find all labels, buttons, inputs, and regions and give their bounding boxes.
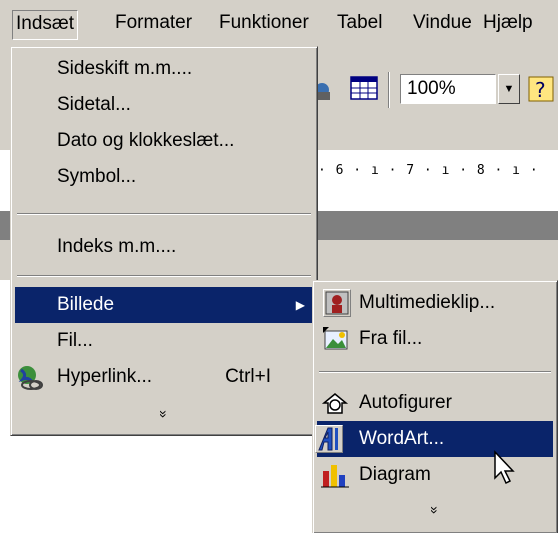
menu-item-from-file[interactable]: Fra fil...: [317, 321, 553, 357]
menu-item-date-time[interactable]: Dato og klokkeslæt...: [15, 123, 313, 159]
menu-bar: Indsæt Formater Funktioner Tabel Vindue …: [0, 0, 558, 46]
menu-item-label: Sidetal...: [57, 94, 131, 115]
menu-item-page-numbers[interactable]: Sidetal...: [15, 87, 313, 123]
submenu-arrow-icon: ▶: [295, 298, 305, 312]
picture-submenu: Multimedieklip... Fra fil... Autofigurer…: [312, 280, 558, 533]
menu-item-label: Multimedieklip...: [359, 292, 496, 313]
cut-off-toolbar-icon[interactable]: [315, 78, 336, 102]
menu-item-label: Billede: [57, 294, 115, 315]
menu-separator: [17, 275, 311, 277]
clipart-icon: [323, 289, 351, 317]
wordart-icon: [315, 425, 343, 453]
expand-menu-chevron-icon[interactable]: »: [11, 399, 317, 429]
menu-format[interactable]: Formater: [112, 10, 195, 40]
chevron-down-icon[interactable]: ▼: [498, 74, 520, 104]
menu-item-page-break[interactable]: Sideskift m.m....: [15, 51, 313, 87]
shortcut-label: Ctrl+I: [225, 366, 271, 387]
menu-item-index[interactable]: Indeks m.m....: [15, 229, 313, 265]
menu-item-label: Diagram: [359, 464, 431, 485]
menu-item-clipart[interactable]: Multimedieklip...: [317, 285, 553, 321]
menu-item-label: Dato og klokkeslæt...: [57, 130, 235, 151]
autoshapes-icon: [321, 391, 349, 415]
chevron-glyph: »: [426, 506, 443, 514]
menu-item-label: WordArt...: [359, 428, 445, 449]
menu-item-picture[interactable]: Billede ▶: [15, 287, 313, 323]
chevron-glyph: »: [155, 410, 172, 418]
menu-item-autoshapes[interactable]: Autofigurer: [317, 385, 553, 421]
horizontal-ruler: · 6 · ı · 7 · ı · 8 · ı ·: [318, 163, 539, 178]
menu-item-label: Indeks m.m....: [57, 236, 177, 257]
menu-insert[interactable]: Indsæt: [12, 10, 79, 40]
menu-item-wordart[interactable]: WordArt...: [315, 421, 553, 457]
menu-help[interactable]: Hjælp: [480, 10, 536, 40]
chart-icon: [321, 463, 349, 488]
menu-window[interactable]: Vindue: [410, 10, 475, 40]
menu-item-label: Fra fil...: [359, 328, 423, 349]
insert-table-icon[interactable]: [350, 76, 378, 100]
hyperlink-globe-icon: [15, 365, 43, 390]
menu-item-chart[interactable]: Diagram: [317, 457, 553, 493]
menu-item-symbol[interactable]: Symbol...: [15, 159, 313, 195]
menu-tools[interactable]: Funktioner: [216, 10, 312, 40]
menu-separator: [17, 213, 311, 215]
menu-item-hyperlink[interactable]: Hyperlink... Ctrl+I: [15, 359, 313, 395]
menu-table[interactable]: Tabel: [334, 10, 385, 40]
expand-submenu-chevron-icon[interactable]: »: [313, 495, 557, 525]
menu-item-label: Symbol...: [57, 166, 137, 187]
office-assistant-icon[interactable]: ?: [526, 74, 556, 104]
insert-menu: Sideskift m.m.... Sidetal... Dato og klo…: [10, 46, 318, 436]
zoom-combobox[interactable]: 100%: [400, 74, 496, 104]
mouse-pointer-icon: [493, 450, 517, 486]
menu-separator: [319, 371, 551, 373]
menu-item-file[interactable]: Fil...: [15, 323, 313, 359]
menu-item-label: Sideskift m.m....: [57, 58, 193, 79]
toolbar-separator: [388, 72, 390, 108]
menu-item-label: Autofigurer: [359, 392, 452, 413]
menu-item-label: Hyperlink...: [57, 366, 153, 387]
menu-item-label: Fil...: [57, 330, 93, 351]
picture-from-file-icon: [323, 327, 348, 351]
svg-text:?: ?: [535, 78, 546, 102]
